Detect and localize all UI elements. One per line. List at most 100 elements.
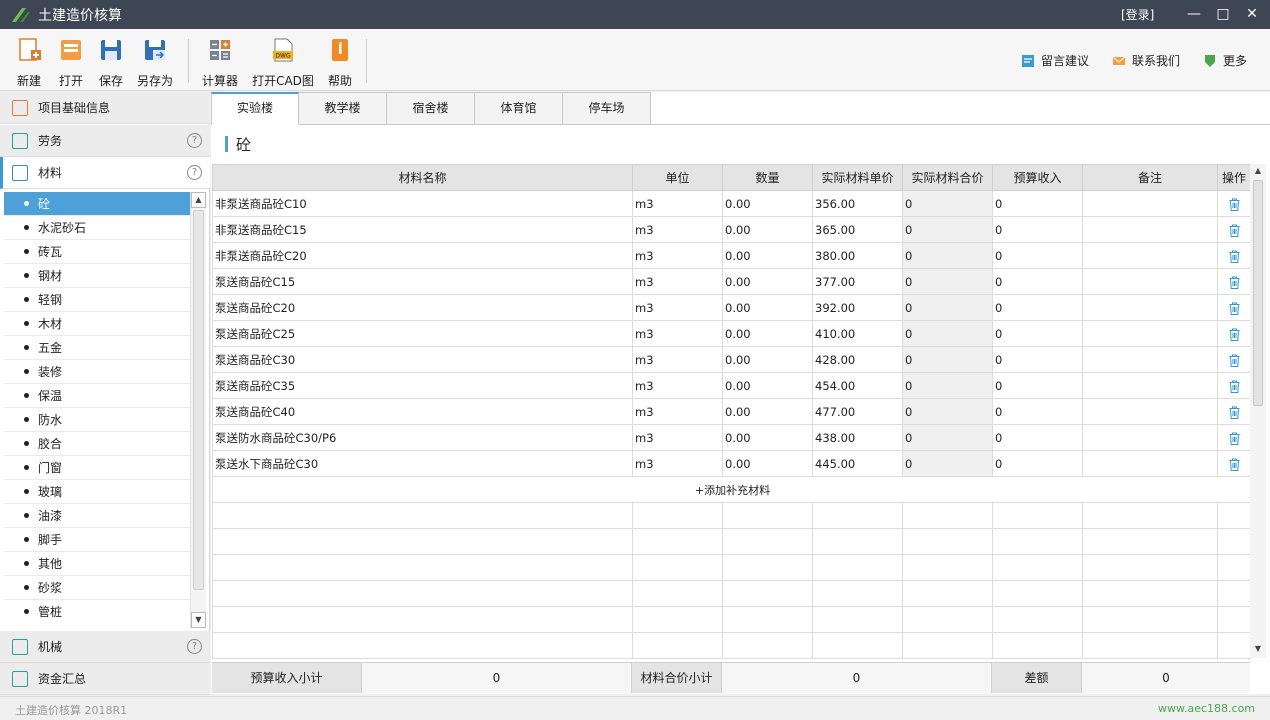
unit-price-cell[interactable]: 445.00 [812, 450, 903, 477]
quantity-cell[interactable]: 0.00 [722, 268, 813, 295]
budget-cell[interactable]: 0 [992, 450, 1083, 477]
budget-cell[interactable]: 0 [992, 216, 1083, 243]
unit-cell[interactable]: m3 [632, 294, 723, 321]
delete-row-button[interactable] [1217, 346, 1251, 373]
note-cell[interactable] [1082, 268, 1218, 295]
unit-cell[interactable]: m3 [632, 398, 723, 425]
scroll-down-arrow[interactable]: ▼ [1252, 644, 1264, 656]
unit-price-cell[interactable]: 438.00 [812, 424, 903, 451]
material-category-item[interactable]: 防水 [4, 408, 190, 432]
save-as-button[interactable]: 另存为 [136, 37, 174, 89]
help-circle-icon[interactable]: ? [187, 165, 202, 180]
unit-price-cell[interactable]: 477.00 [812, 398, 903, 425]
delete-row-button[interactable] [1217, 242, 1251, 269]
delete-row-button[interactable] [1217, 398, 1251, 425]
delete-row-button[interactable] [1217, 320, 1251, 347]
material-category-item[interactable]: 管桩 [4, 600, 190, 622]
add-material-button[interactable]: +添加补充材料 [212, 476, 1251, 503]
quantity-cell[interactable]: 0.00 [722, 450, 813, 477]
delete-row-button[interactable] [1217, 450, 1251, 477]
help-circle-icon[interactable]: ? [187, 133, 202, 148]
quantity-cell[interactable]: 0.00 [722, 242, 813, 269]
open-button[interactable]: 打开 [54, 37, 88, 89]
unit-cell[interactable]: m3 [632, 216, 723, 243]
material-name-cell[interactable]: 泵送商品砼C30 [212, 346, 633, 373]
scroll-up-arrow[interactable]: ▲ [1252, 166, 1264, 178]
material-name-cell[interactable]: 泵送水下商品砼C30 [212, 450, 633, 477]
close-button[interactable]: ✕ [1243, 5, 1261, 23]
unit-price-cell[interactable]: 356.00 [812, 190, 903, 217]
note-cell[interactable] [1082, 242, 1218, 269]
material-name-cell[interactable]: 非泵送商品砼C20 [212, 242, 633, 269]
material-category-item[interactable]: 玻璃 [4, 480, 190, 504]
minimize-button[interactable]: — [1185, 5, 1203, 23]
budget-cell[interactable]: 0 [992, 346, 1083, 373]
budget-cell[interactable]: 0 [992, 294, 1083, 321]
material-category-item[interactable]: 水泥砂石 [4, 216, 190, 240]
note-cell[interactable] [1082, 320, 1218, 347]
budget-cell[interactable]: 0 [992, 398, 1083, 425]
quantity-cell[interactable]: 0.00 [722, 346, 813, 373]
note-cell[interactable] [1082, 424, 1218, 451]
note-cell[interactable] [1082, 372, 1218, 399]
material-category-item[interactable]: 轻钢 [4, 288, 190, 312]
note-cell[interactable] [1082, 294, 1218, 321]
delete-row-button[interactable] [1217, 190, 1251, 217]
quantity-cell[interactable]: 0.00 [722, 320, 813, 347]
save-button[interactable]: 保存 [94, 37, 128, 89]
scroll-up-arrow[interactable]: ▲ [191, 192, 206, 208]
material-category-item[interactable]: 五金 [4, 336, 190, 360]
material-name-cell[interactable]: 泵送商品砼C25 [212, 320, 633, 347]
material-category-item[interactable]: 钢材 [4, 264, 190, 288]
material-name-cell[interactable]: 泵送防水商品砼C30/P6 [212, 424, 633, 451]
more-link[interactable]: 更多 [1203, 52, 1247, 69]
material-category-item[interactable]: 砂浆 [4, 576, 190, 600]
unit-cell[interactable]: m3 [632, 268, 723, 295]
delete-row-button[interactable] [1217, 424, 1251, 451]
scroll-thumb[interactable] [1253, 180, 1263, 406]
note-cell[interactable] [1082, 346, 1218, 373]
material-category-item[interactable]: 装修 [4, 360, 190, 384]
calculator-button[interactable]: 计算器 [200, 37, 240, 89]
unit-cell[interactable]: m3 [632, 346, 723, 373]
login-button[interactable]: [登录] [1121, 6, 1154, 23]
tab-building[interactable]: 实验楼 [211, 92, 299, 125]
unit-price-cell[interactable]: 410.00 [812, 320, 903, 347]
material-name-cell[interactable]: 泵送商品砼C35 [212, 372, 633, 399]
contact-link[interactable]: 联系我们 [1112, 52, 1180, 69]
material-category-item[interactable]: 砖瓦 [4, 240, 190, 264]
table-scrollbar[interactable]: ▲ ▼ [1250, 164, 1266, 658]
material-category-item[interactable]: 保温 [4, 384, 190, 408]
unit-cell[interactable]: m3 [632, 372, 723, 399]
scroll-down-arrow[interactable]: ▼ [191, 612, 206, 628]
material-category-item[interactable]: 木材 [4, 312, 190, 336]
budget-cell[interactable]: 0 [992, 242, 1083, 269]
nav-materials[interactable]: 材料 ? [0, 157, 210, 189]
nav-labor[interactable]: 劳务 ? [0, 125, 210, 157]
material-category-item[interactable]: 门窗 [4, 456, 190, 480]
material-category-item[interactable]: 胶合 [4, 432, 190, 456]
maximize-button[interactable]: □ [1214, 5, 1232, 23]
material-category-item[interactable]: 其他 [4, 552, 190, 576]
unit-cell[interactable]: m3 [632, 320, 723, 347]
quantity-cell[interactable]: 0.00 [722, 294, 813, 321]
nav-project-info[interactable]: 项目基础信息 [0, 92, 210, 124]
material-category-item[interactable]: 脚手 [4, 528, 190, 552]
feedback-link[interactable]: 留言建议 [1021, 52, 1089, 69]
new-button[interactable]: 新建 [12, 37, 46, 89]
unit-price-cell[interactable]: 428.00 [812, 346, 903, 373]
quantity-cell[interactable]: 0.00 [722, 216, 813, 243]
delete-row-button[interactable] [1217, 294, 1251, 321]
nav-machinery[interactable]: 机械 ? [0, 631, 210, 663]
unit-cell[interactable]: m3 [632, 242, 723, 269]
unit-cell[interactable]: m3 [632, 190, 723, 217]
help-button[interactable]: 帮助 [324, 37, 356, 89]
nav-funds-summary[interactable]: 资金汇总 [0, 663, 210, 695]
scroll-thumb[interactable] [193, 210, 204, 590]
open-cad-button[interactable]: DWG 打开CAD图 [252, 37, 314, 89]
material-category-item[interactable]: 油漆 [4, 504, 190, 528]
tab-building[interactable]: 宿舍楼 [387, 92, 475, 125]
material-name-cell[interactable]: 泵送商品砼C40 [212, 398, 633, 425]
note-cell[interactable] [1082, 450, 1218, 477]
delete-row-button[interactable] [1217, 268, 1251, 295]
